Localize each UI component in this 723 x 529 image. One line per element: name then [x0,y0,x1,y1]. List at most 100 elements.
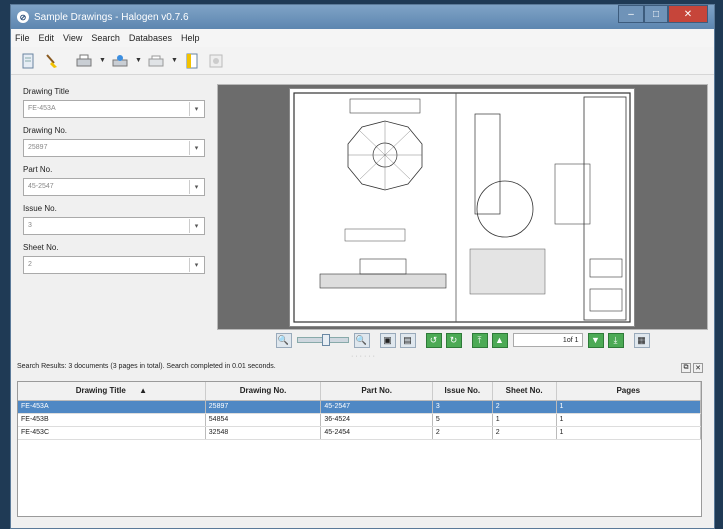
sheet-no-label: Sheet No. [23,243,59,252]
issue-no-value: 3 [28,222,32,229]
open-icon[interactable] [183,52,201,70]
close-panel-icon[interactable]: ✕ [693,363,703,373]
cell-part-no: 45-2547 [320,400,433,414]
toolbar: ▼ ▼ ▼ [11,47,714,75]
cell-sheet-no: 2 [492,400,557,414]
rotate-right-icon[interactable]: ↻ [445,332,462,348]
print-dropdown-icon[interactable]: ▼ [99,57,106,64]
export-dropdown-icon[interactable]: ▼ [171,57,178,64]
first-page-icon[interactable]: ⤒ [471,332,488,348]
drawing-no-label: Drawing No. [23,126,68,135]
chevron-down-icon[interactable]: ▾ [189,258,203,272]
zoom-in-icon[interactable]: 🔍 [353,332,370,348]
column-header-label: Drawing Title [75,386,126,396]
viewer-navigation: 🔍 🔍 ▣ ▤ ↺ ↻ ⤒ ▲ 1of 1 ▼ ⤓ ▦ [217,331,708,349]
table-row[interactable]: FE-453C 32548 45-2454 2 2 1 [18,426,702,440]
drawing-preview [293,92,631,323]
last-page-icon[interactable]: ⤓ [607,332,624,348]
menu-databases[interactable]: Databases [129,33,172,43]
column-header-part-no[interactable]: Part No. [320,382,433,401]
cell-pages: 1 [556,426,702,440]
column-header-drawing-no[interactable]: Drawing No. [205,382,322,401]
page-indicator[interactable]: 1of 1 [512,333,583,347]
cell-drawing-no: 54854 [205,413,322,427]
filter-panel: Drawing Title FE-453A ▾ Drawing No. 2589… [17,79,213,341]
export-icon[interactable] [147,52,165,70]
cell-issue-no: 5 [432,413,493,427]
drawing-title-combo[interactable]: FE-453A ▾ [23,100,205,118]
previous-page-icon[interactable]: ▲ [491,332,508,348]
column-header-issue-no[interactable]: Issue No. [432,382,493,401]
window-title: Sample Drawings - Halogen v0.7.6 [34,11,189,23]
part-no-value: 45-2547 [28,183,54,190]
chevron-down-icon[interactable]: ▾ [189,102,203,116]
cell-drawing-no: 32548 [205,426,322,440]
maximize-button[interactable]: □ [644,5,668,23]
splitter-handle[interactable]: ······ [351,353,377,360]
cell-pages: 1 [556,413,702,427]
drawing-no-value: 25897 [28,144,48,151]
settings-icon[interactable] [207,52,225,70]
chevron-down-icon[interactable]: ▾ [189,141,203,155]
cell-pages: 1 [556,400,702,414]
menu-help[interactable]: Help [181,33,200,43]
document-icon[interactable] [19,52,37,70]
minimize-button[interactable]: – [618,5,644,23]
chevron-down-icon[interactable]: ▾ [189,219,203,233]
table-row[interactable]: FE-453A 25897 45-2547 3 2 1 [18,400,702,414]
cell-part-no: 36-4524 [320,413,433,427]
column-header-drawing-title[interactable]: Drawing Title ▲ [18,382,206,401]
cell-issue-no: 2 [432,426,493,440]
zoom-out-icon[interactable]: 🔍 [275,332,292,348]
next-page-icon[interactable]: ▼ [587,332,604,348]
cell-drawing-title: FE-453A [18,400,206,414]
menu-edit[interactable]: Edit [39,33,55,43]
title-bar[interactable]: ⊘ Sample Drawings - Halogen v0.7.6 – □ ✕ [11,5,714,29]
fit-width-icon[interactable]: ▤ [399,332,416,348]
results-table-container: Drawing Title ▲ Drawing No. Part No. Iss… [17,381,702,517]
broom-icon[interactable] [43,52,61,70]
page-properties-icon[interactable]: ▦ [633,332,650,348]
table-row[interactable]: FE-453B 54854 36-4524 5 1 1 [18,413,702,427]
menu-file[interactable]: File [15,33,30,43]
drawing-title-label: Drawing Title [23,87,70,96]
part-no-label: Part No. [23,165,53,174]
app-icon: ⊘ [17,11,29,23]
menu-view[interactable]: View [63,33,82,43]
issue-no-label: Issue No. [23,204,57,213]
sheet-no-value: 2 [28,261,32,268]
fit-page-icon[interactable]: ▣ [379,332,396,348]
column-header-pages[interactable]: Pages [556,382,702,401]
part-no-combo[interactable]: 45-2547 ▾ [23,178,205,196]
undock-icon[interactable]: ⧉ [681,363,691,373]
scan-icon[interactable] [111,52,129,70]
menu-search[interactable]: Search [91,33,120,43]
chevron-down-icon[interactable]: ▾ [189,180,203,194]
search-status: Search Results: 3 documents (3 pages in … [17,363,707,375]
cell-sheet-no: 2 [492,426,557,440]
cell-part-no: 45-2454 [320,426,433,440]
issue-no-combo[interactable]: 3 ▾ [23,217,205,235]
column-header-sheet-no[interactable]: Sheet No. [492,382,557,401]
cell-drawing-no: 25897 [205,400,322,414]
scan-dropdown-icon[interactable]: ▼ [135,57,142,64]
print-icon[interactable] [75,52,93,70]
sheet-no-combo[interactable]: 2 ▾ [23,256,205,274]
app-window: ⊘ Sample Drawings - Halogen v0.7.6 – □ ✕… [10,4,715,529]
cell-drawing-title: FE-453B [18,413,206,427]
zoom-slider-handle[interactable] [321,334,330,346]
menu-bar: File Edit View Search Databases Help [11,29,714,47]
sort-ascending-icon: ▲ [139,386,148,396]
drawing-no-combo[interactable]: 25897 ▾ [23,139,205,157]
zoom-slider[interactable] [296,334,349,346]
drawing-page [289,88,635,327]
close-button[interactable]: ✕ [668,5,708,23]
search-results-text: Search Results: 3 documents (3 pages in … [17,363,276,370]
results-table: Drawing Title ▲ Drawing No. Part No. Iss… [18,382,702,440]
cell-sheet-no: 1 [492,413,557,427]
document-viewer[interactable] [217,84,708,330]
drawing-title-value: FE-453A [28,105,56,112]
rotate-left-icon[interactable]: ↺ [425,332,442,348]
cell-issue-no: 3 [432,400,493,414]
cell-drawing-title: FE-453C [18,426,206,440]
